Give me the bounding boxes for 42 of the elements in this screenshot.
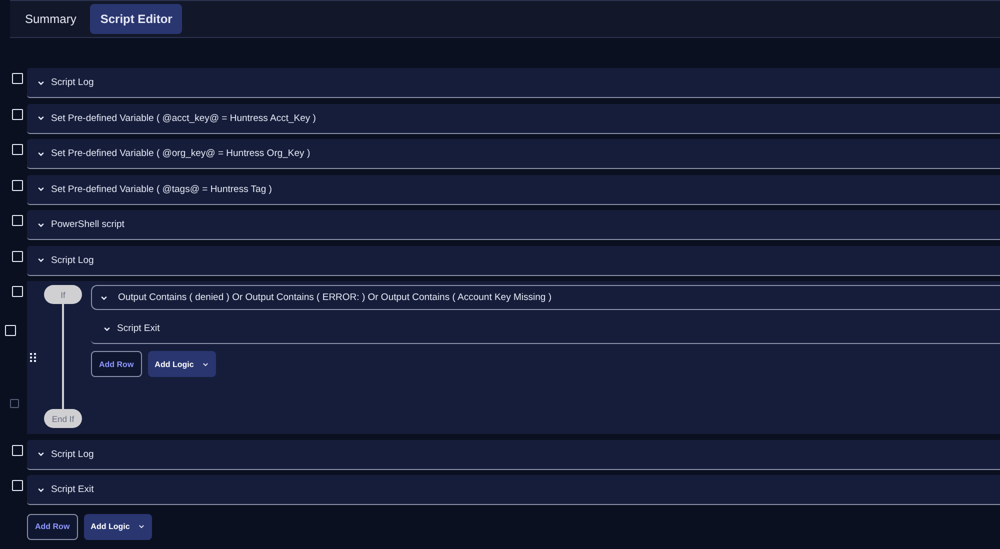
step-label: Script Log	[51, 448, 94, 460]
chevron-down-icon[interactable]	[37, 256, 45, 264]
step-label: Script Exit	[51, 484, 94, 495]
step-label: Script Log	[51, 254, 94, 266]
step-label: Set Pre-defined Variable ( @tags@ = Huntress Tag )	[51, 184, 272, 194]
if-pill: If	[44, 285, 82, 304]
script-step-row[interactable]: PowerShell script	[27, 210, 1000, 240]
chevron-down-icon[interactable]	[100, 294, 108, 302]
end-if-pill: End If	[44, 409, 82, 428]
chevron-down-icon[interactable]	[37, 114, 45, 122]
script-step-row[interactable]: Set Pre-defined Variable ( @tags@ = Huntress Tag )	[27, 174, 1000, 204]
script-step-row[interactable]: Script Log	[27, 440, 1000, 470]
step-label: Script Exit	[117, 323, 160, 334]
chevron-down-icon[interactable]	[37, 150, 45, 158]
chevron-down-icon[interactable]	[37, 78, 45, 86]
drag-handle-icon[interactable]	[30, 353, 36, 362]
tab[interactable]: Script Editor	[90, 4, 182, 34]
condition-text: Output Contains ( denied ) Or Output Contains ( ERROR: ) Or Output Contains ( Account Key Missing )	[118, 292, 552, 303]
add-row-button[interactable]: Add Row	[27, 514, 78, 540]
add-row-button[interactable]: Add Row	[91, 351, 142, 377]
tab[interactable]: Summary	[15, 4, 86, 34]
script-step-row[interactable]: Script Exit	[27, 475, 1000, 505]
step-label: Script Log	[51, 77, 94, 88]
add-logic-button[interactable]: Add Logic	[148, 351, 216, 377]
checkbox[interactable]	[10, 399, 19, 408]
chevron-down-icon[interactable]	[37, 450, 45, 458]
step-label: PowerShell script	[51, 219, 124, 230]
chevron-down-icon	[138, 523, 145, 530]
script-step-row[interactable]: Script Log	[27, 68, 1000, 98]
chevron-down-icon[interactable]	[37, 185, 45, 193]
script-step-row[interactable]: Script Log	[27, 246, 1000, 276]
script-step-row[interactable]: Set Pre-defined Variable ( @org_key@ = Huntress Org_Key )	[27, 139, 1000, 169]
script-step-row[interactable]: Set Pre-defined Variable ( @acct_key@ = Huntress Acct_Key )	[27, 104, 1000, 134]
condition-row[interactable]: Output Contains ( denied ) Or Output Contains ( ERROR: ) Or Output Contains ( Account Key Missing )	[91, 285, 1000, 310]
add-logic-button[interactable]: Add Logic	[84, 514, 152, 540]
step-label: Set Pre-defined Variable ( @org_key@ = Huntress Org_Key )	[51, 148, 310, 159]
chevron-down-icon[interactable]	[37, 486, 45, 494]
step-label: Set Pre-defined Variable ( @acct_key@ = Huntress Acct_Key )	[51, 112, 316, 124]
chevron-down-icon[interactable]	[103, 324, 111, 332]
chevron-down-icon[interactable]	[37, 220, 45, 228]
script-step-row[interactable]: Script Exit	[91, 314, 1000, 344]
chevron-down-icon	[202, 360, 209, 368]
